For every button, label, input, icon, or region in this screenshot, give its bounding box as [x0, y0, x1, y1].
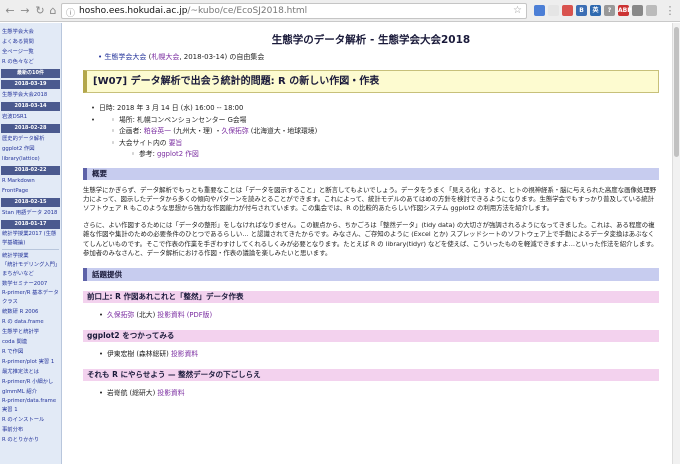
overview-paragraph: 生態学にかぎらず、データ解析でもっとも重要なことは「データを図示すること」と断言…	[83, 185, 657, 213]
page-title: 生態学のデータ解析 - 生態学会大会2018	[271, 34, 471, 46]
sidebar-link[interactable]: 「統計モデリング入門」まちがいなど	[0, 261, 61, 279]
url-text[interactable]: hosho.ees.hokudai.ac.jp/~kubo/ce/EcoSJ20…	[79, 6, 307, 16]
sidebar-link[interactable]: R のとりかかり	[0, 435, 61, 445]
talk-item: 久保拓弥 (北大) 投影資料 (PDF版)	[83, 310, 659, 320]
sidebar-link[interactable]: R-primer/plot 実習 1	[0, 357, 61, 367]
breadcrumb-rest: , 2018-03-14) の自由集会	[179, 53, 265, 61]
sidebar-link[interactable]: 数学セミナー2007	[0, 279, 61, 289]
talk-title: それも R にやらせよう — 整然データの下ごしらえ	[83, 369, 659, 382]
sidebar-link[interactable]: R-primer/R 小細かし	[0, 377, 61, 387]
sidebar-section-header: 最新の10件	[1, 69, 60, 78]
sidebar-date: 2018-03-19	[1, 80, 60, 89]
adblock-icon[interactable]: ABP	[618, 5, 632, 16]
speaker-link[interactable]: 久保拓弥	[107, 311, 134, 319]
sidebar-link[interactable]: 事前分布	[0, 425, 61, 435]
back-arrow-icon[interactable]: ←	[4, 5, 16, 17]
sidebar: 生態学会大会 よくある質問 全ページ一覧 R の色々など 最新の10件 2018…	[0, 23, 62, 464]
sidebar-link[interactable]: 最尤推定法とは	[0, 367, 61, 377]
extension-icon[interactable]	[646, 5, 657, 16]
sidebar-divider	[2, 249, 59, 250]
sidebar-date: 2018-02-15	[1, 198, 60, 207]
sidebar-link[interactable]: 統数研 R 2006	[0, 307, 61, 317]
menu-icon[interactable]: ⋮	[664, 5, 676, 17]
extension-dict-icon[interactable]: 英	[590, 5, 601, 16]
info-date: 日時: 2018 年 3 月 14 日 (水) 16:00 -- 18:00	[91, 103, 659, 115]
main-content: 生態学のデータ解析 - 生態学会大会2018 • 生態学会大会 (札幌大会, 2…	[64, 23, 671, 464]
forward-arrow-icon[interactable]: →	[19, 5, 31, 17]
sidebar-date: 2018-01-17	[1, 220, 60, 229]
organizer-link[interactable]: 粕谷英一	[144, 127, 171, 135]
bookmark-star-icon[interactable]: ☆	[513, 5, 522, 16]
talk-item: 岩嵜航 (総研大) 投影資料	[83, 388, 659, 398]
talk-item: 伊東宏樹 (森林総研) 投影資料	[83, 349, 659, 359]
extension-icon[interactable]	[562, 5, 573, 16]
info-ref: 参考: ggplot2 作図	[131, 149, 659, 161]
sidebar-link[interactable]: coda 関連	[0, 337, 61, 347]
overview-heading: 概要	[83, 167, 659, 180]
slides-link[interactable]: 投影資料	[171, 350, 198, 358]
sidebar-link[interactable]: Stan 用語データ 2018	[0, 208, 61, 218]
home-icon[interactable]: ⌂	[47, 5, 59, 17]
abstract-link[interactable]: 要旨	[169, 139, 183, 147]
sidebar-link[interactable]: 歴史的データ解析	[0, 134, 61, 144]
sidebar-link[interactable]: 岩波DSR1	[0, 112, 61, 122]
info-organizers: 企画者: 粕谷英一 (九州大・理) ・久保拓弥 (北海道大・地球環境)	[111, 126, 659, 138]
sidebar-link[interactable]: R の色々など	[0, 57, 61, 67]
topic-heading: [W07] データ解析で出会う統計的問題: R の新しい作図・作表	[83, 70, 659, 93]
info-place: 場所: 札幌コンベンションセンター G会場	[111, 115, 659, 127]
extension-icon[interactable]	[548, 5, 559, 16]
ref-link[interactable]: ggplot2 作図	[157, 150, 199, 158]
scrollbar-thumb[interactable]	[674, 27, 679, 157]
speaker-name: 岩嵜航 (総研大)	[107, 389, 158, 398]
sidebar-link[interactable]: R で作図	[0, 347, 61, 357]
breadcrumb-link[interactable]: 生態学会大会	[104, 53, 146, 61]
slides-link[interactable]: 投影資料 (PDF版)	[157, 311, 212, 319]
talks-heading: 話題提供	[83, 268, 659, 282]
sidebar-date: 2018-03-14	[1, 102, 60, 111]
browser-toolbar: ← → ↻ ⌂ ⓘ hosho.ees.hokudai.ac.jp/~kubo/…	[0, 0, 680, 22]
info-icon[interactable]: ⓘ	[66, 6, 75, 19]
sidebar-link[interactable]: 全ページ一覧	[0, 47, 61, 57]
sidebar-link[interactable]: glmmML 紹介	[0, 387, 61, 397]
info-list: 日時: 2018 年 3 月 14 日 (水) 16:00 -- 18:00 場…	[83, 103, 659, 161]
sidebar-link[interactable]: 統計学授業2017 (生態学基礎論)	[0, 230, 61, 248]
sidebar-link[interactable]: 統計学授業	[0, 251, 61, 261]
breadcrumb-paren-link[interactable]: 札幌大会	[151, 53, 179, 61]
sidebar-link[interactable]: R の data.frame	[0, 317, 61, 327]
sidebar-date: 2018-02-28	[1, 124, 60, 133]
sidebar-link[interactable]: 生態学会大会	[0, 27, 61, 37]
sidebar-link[interactable]: 生態学会大会2018	[0, 90, 61, 100]
sidebar-link[interactable]: 生態学と統計学	[0, 327, 61, 337]
sidebar-link[interactable]: FrontPage	[0, 186, 61, 196]
speaker-name: 伊東宏樹 (森林総研)	[107, 350, 171, 359]
breadcrumb: • 生態学会大会 (札幌大会, 2018-03-14) の自由集会	[98, 53, 265, 61]
sidebar-date: 2018-02-22	[1, 166, 60, 175]
organizer-link[interactable]: 久保拓弥	[221, 127, 248, 135]
reload-icon[interactable]: ↻	[34, 5, 46, 17]
sidebar-link[interactable]: R Markdown	[0, 176, 61, 186]
sidebar-link[interactable]: R-primer/data.frame 実習 1	[0, 397, 61, 415]
sidebar-link[interactable]: R-primer/R 基本データクラス	[0, 289, 61, 307]
extension-icon[interactable]: ?	[604, 5, 615, 16]
sidebar-link[interactable]: よくある質問	[0, 37, 61, 47]
info-site: 大会サイト内の 要旨 参考: ggplot2 作図	[111, 138, 659, 161]
download-icon[interactable]	[632, 5, 643, 16]
sidebar-link[interactable]: ggplot2 作図	[0, 144, 61, 154]
scrollbar[interactable]	[672, 23, 680, 464]
overview-paragraph: さらに、よい作図するためには「データの整形」をしなければなりません。この観点から…	[83, 220, 658, 257]
sidebar-link[interactable]: R のインストール	[0, 415, 61, 425]
extension-b-icon[interactable]: B	[576, 5, 587, 16]
talk-title: 前口上: R 作図あれこれと「整然」データ作表	[83, 291, 659, 304]
extension-icon[interactable]	[534, 5, 545, 16]
talk-title: ggplot2 をつかってみる	[83, 330, 659, 343]
slides-link[interactable]: 投影資料	[157, 389, 184, 397]
address-bar[interactable]: ⓘ hosho.ees.hokudai.ac.jp/~kubo/ce/EcoSJ…	[61, 3, 527, 19]
sidebar-link[interactable]: library(lattice)	[0, 154, 61, 164]
